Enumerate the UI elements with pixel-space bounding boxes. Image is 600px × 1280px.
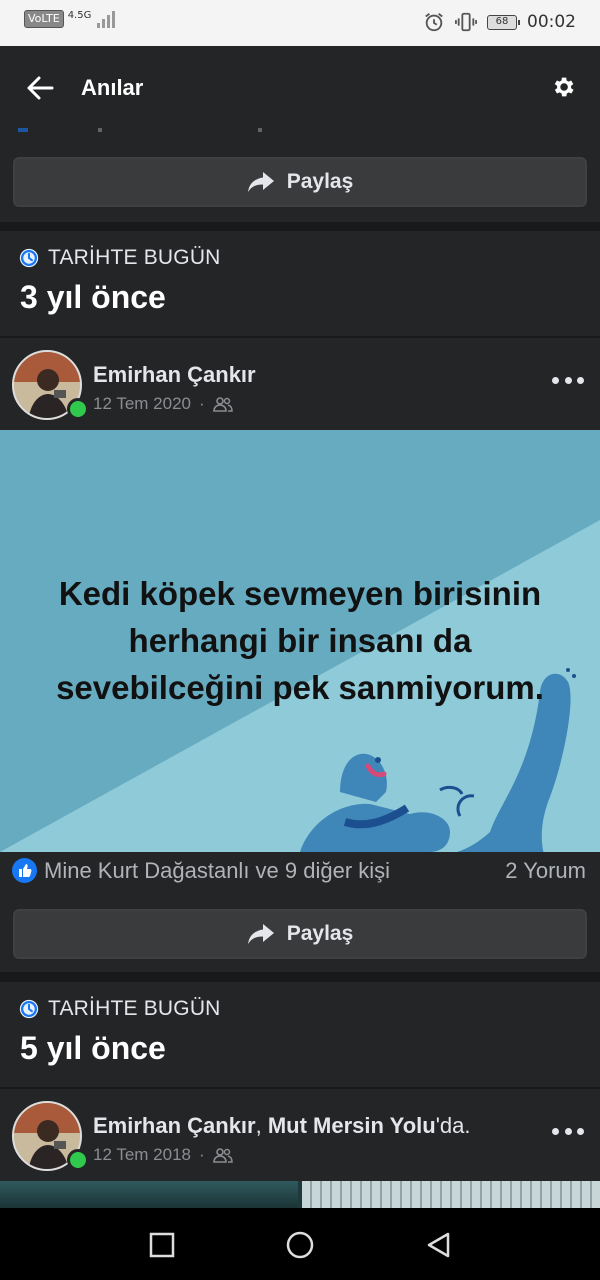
years-ago: 3 yıl önce	[20, 279, 166, 315]
memory-section-header: TARİHTE BUGÜN 3 yıl önce	[0, 231, 600, 336]
reactions-bar: Mine Kurt Dağastanlı ve 9 diğer kişi 2 Y…	[0, 852, 600, 892]
status-bar: VoLTE 4.5G 68 00:02	[0, 0, 600, 46]
share-row: Paylaş	[0, 892, 600, 972]
previous-memory-card: Paylaş	[0, 128, 600, 222]
online-status-dot	[67, 1149, 89, 1171]
meta-separator: ·	[198, 1145, 205, 1164]
clock-time: 00:02	[527, 12, 576, 32]
page-title: Anılar	[81, 75, 144, 100]
friends-icon	[212, 397, 233, 412]
memory-tag-label: TARİHTE BUGÜN	[48, 246, 221, 269]
share-arrow-icon	[247, 924, 274, 944]
volte-indicator: VoLTE	[24, 10, 64, 28]
share-button[interactable]: Paylaş	[13, 909, 587, 959]
status-right: 68 00:02	[423, 11, 576, 33]
home-circle-icon[interactable]	[285, 1230, 315, 1260]
signal-icon	[97, 10, 116, 28]
share-label: Paylaş	[286, 922, 354, 945]
years-ago: 5 yıl önce	[20, 1030, 166, 1066]
back-triangle-icon[interactable]	[424, 1230, 454, 1260]
location-separator: ,	[255, 1113, 268, 1138]
memory-tag: TARİHTE BUGÜN	[18, 997, 221, 1021]
post-header: Emirhan Çankır 12 Tem 2020 ·	[0, 338, 600, 430]
online-status-dot	[67, 398, 89, 420]
clock-icon	[19, 248, 39, 268]
post-meta: 12 Tem 2020 ·	[93, 394, 233, 414]
post-text-line: herhangi bir insanı da	[128, 622, 472, 659]
share-button[interactable]: Paylaş	[13, 157, 587, 207]
battery-icon: 68	[487, 14, 520, 30]
post-text-line: Kedi köpek sevmeyen birisinin	[58, 575, 542, 612]
post-date[interactable]: 12 Tem 2018	[93, 1145, 191, 1165]
meta-separator: ·	[198, 394, 205, 413]
more-dots-icon[interactable]	[552, 372, 584, 388]
cropped-text-line	[18, 128, 318, 132]
thumbs-up-icon	[12, 858, 37, 883]
likers-text[interactable]: Mine Kurt Dağastanlı ve 9 diğer kişi	[44, 858, 390, 884]
post-meta: 12 Tem 2018 ·	[93, 1145, 233, 1165]
post-photo-preview[interactable]	[0, 1181, 600, 1208]
post-text: Kedi köpek sevmeyen birisinin herhangi b…	[0, 570, 600, 711]
location-suffix: 'da.	[435, 1113, 471, 1138]
status-left: VoLTE 4.5G	[24, 10, 116, 28]
alarm-icon	[425, 13, 443, 32]
author-name[interactable]: Emirhan Çankır	[93, 1113, 256, 1138]
post-header: Emirhan Çankır, Mut Mersin Yolu'da. 12 T…	[0, 1089, 600, 1181]
photo-left-part	[0, 1181, 298, 1208]
memory-section-header: TARİHTE BUGÜN 5 yıl önce	[0, 982, 600, 1087]
photo-right-part	[302, 1181, 600, 1208]
share-label: Paylaş	[286, 170, 354, 193]
memory-tag: TARİHTE BUGÜN	[18, 246, 221, 270]
share-arrow-icon	[247, 172, 274, 192]
recents-square-icon[interactable]	[147, 1230, 177, 1260]
app-header: Anılar	[0, 46, 600, 128]
arrow-left-icon[interactable]	[22, 70, 58, 106]
vibrate-icon	[455, 12, 477, 32]
post-author[interactable]: Emirhan Çankır	[93, 362, 256, 388]
post-text-background[interactable]: Kedi köpek sevmeyen birisinin herhangi b…	[0, 430, 600, 852]
post-author: Emirhan Çankır, Mut Mersin Yolu'da.	[93, 1113, 471, 1139]
post-location[interactable]: Mut Mersin Yolu	[268, 1113, 436, 1138]
system-navigation-bar	[0, 1208, 600, 1280]
friends-icon	[212, 1148, 233, 1163]
comments-count[interactable]: 2 Yorum	[505, 858, 586, 884]
clock-icon	[19, 999, 39, 1019]
memory-tag-label: TARİHTE BUGÜN	[48, 997, 221, 1020]
network-type: 4.5G	[67, 10, 92, 21]
more-dots-icon[interactable]	[552, 1123, 584, 1139]
gear-icon[interactable]	[550, 74, 576, 100]
post-text-line: sevebilceğini pek sanmiyorum.	[56, 669, 544, 706]
post-date[interactable]: 12 Tem 2020	[93, 394, 191, 414]
